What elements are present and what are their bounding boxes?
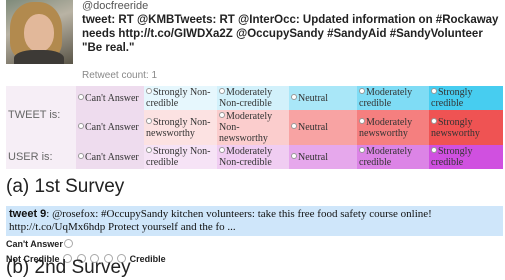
radio-button[interactable]	[359, 88, 365, 94]
option-label: Moderately credible	[359, 87, 413, 109]
option-cell[interactable]: Can't Answer	[76, 145, 144, 169]
tweet-text: : @rosefox: #OccupySandy kitchen volunte…	[9, 208, 432, 233]
radio-button[interactable]	[78, 123, 84, 129]
survey-1-caption: (a) 1st Survey	[6, 176, 125, 197]
option-label: Can't Answer	[85, 92, 139, 104]
option-cell[interactable]: Neutral	[289, 110, 357, 145]
option-label: Strongly Non-newsworthy	[146, 116, 211, 139]
option-label: Neutral	[298, 151, 328, 163]
radio-button[interactable]	[431, 117, 437, 124]
radio-button[interactable]	[146, 117, 152, 124]
option-label: Can't Answer	[85, 151, 139, 163]
user-handle: @docfreeride	[82, 0, 149, 12]
cant-answer-label: Can't Answer	[6, 239, 63, 249]
option-cell[interactable]: Strongly Non-newsworthy	[144, 110, 217, 145]
option-label: Strongly newsworthy	[431, 116, 480, 139]
option-cell[interactable]: Moderately newsworthy	[357, 110, 429, 145]
option-cell[interactable]: Strongly credible	[429, 86, 503, 110]
option-cell[interactable]: Strongly Non-credible	[144, 86, 217, 110]
option-cell[interactable]: Moderately Non-credible	[217, 145, 289, 169]
option-label: Moderately credible	[359, 146, 413, 168]
option-cell[interactable]: Can't Answer	[76, 110, 144, 145]
radio-button[interactable]	[291, 93, 297, 100]
option-label: Strongly credible	[431, 146, 473, 168]
tweet-number: tweet 9	[9, 208, 47, 220]
retweet-count: Retweet count: 1	[82, 70, 158, 81]
option-label: Moderately Non-credible	[219, 146, 273, 168]
option-cell[interactable]: Neutral	[289, 86, 357, 110]
survey-1: @docfreeride tweet: RT @KMBTweets: RT @I…	[6, 0, 503, 169]
scale-right-label: Credible	[129, 254, 166, 264]
radio-button[interactable]	[291, 123, 297, 129]
option-cell[interactable]: Moderately credible	[357, 145, 429, 169]
option-label: Neutral	[298, 92, 328, 104]
option-cell[interactable]: Can't Answer	[76, 86, 144, 110]
radio-button[interactable]	[431, 88, 437, 94]
radio-button[interactable]	[219, 147, 225, 153]
cant-answer-option: Can't Answer	[6, 239, 503, 251]
rating-row-user-credibility: USER is: Can't Answer Strongly Non-credi…	[6, 145, 503, 169]
radio-button[interactable]	[359, 117, 365, 124]
option-label: Strongly credible	[431, 87, 473, 109]
tweet-text: tweet: RT @KMBTweets: RT @InterOcc: Upda…	[82, 14, 499, 54]
option-label: Strongly Non-credible	[146, 146, 211, 168]
option-label: Moderately Non-credible	[219, 87, 273, 109]
option-label: Moderately Non-newsworthy	[219, 111, 273, 144]
option-label: Neutral	[298, 122, 328, 133]
option-cell[interactable]: Strongly Non-credible	[144, 145, 217, 169]
option-label: Strongly Non-credible	[146, 87, 211, 109]
option-label: Moderately newsworthy	[359, 116, 413, 139]
option-cell[interactable]: Moderately Non-credible	[217, 86, 289, 110]
radio-button[interactable]	[146, 88, 152, 94]
rating-grid: TWEET is: Can't Answer Strongly Non-cred…	[6, 86, 503, 169]
row-label-tweet: TWEET is:	[6, 86, 76, 145]
tweet-box: tweet 9: @rosefox: #OccupySandy kitchen …	[6, 206, 503, 236]
cant-answer-radio[interactable]	[63, 239, 73, 248]
rating-row-tweet-credibility: TWEET is: Can't Answer Strongly Non-cred…	[6, 86, 503, 145]
option-cell[interactable]: Moderately credible	[357, 86, 429, 110]
option-cell[interactable]: Strongly newsworthy	[429, 110, 503, 145]
radio-button[interactable]	[78, 93, 84, 100]
avatar	[6, 0, 73, 64]
radio-button[interactable]	[291, 152, 297, 159]
option-label: Can't Answer	[85, 122, 139, 133]
radio-button[interactable]	[431, 147, 437, 153]
survey-2-caption: (b) 2nd Survey	[6, 257, 131, 278]
row-label-user: USER is:	[6, 145, 76, 169]
option-cell[interactable]: Neutral	[289, 145, 357, 169]
radio-button[interactable]	[359, 147, 365, 153]
radio-button[interactable]	[78, 152, 84, 159]
option-cell[interactable]: Strongly credible	[429, 145, 503, 169]
rating-row-tweet-newsworthiness: Can't Answer Strongly Non-newsworthy Mod…	[6, 110, 503, 145]
tweet-header: @docfreeride tweet: RT @KMBTweets: RT @I…	[6, 0, 503, 86]
radio-button[interactable]	[146, 147, 152, 153]
radio-button[interactable]	[219, 88, 225, 94]
radio-button[interactable]	[219, 112, 225, 118]
option-cell[interactable]: Moderately Non-newsworthy	[217, 110, 289, 145]
